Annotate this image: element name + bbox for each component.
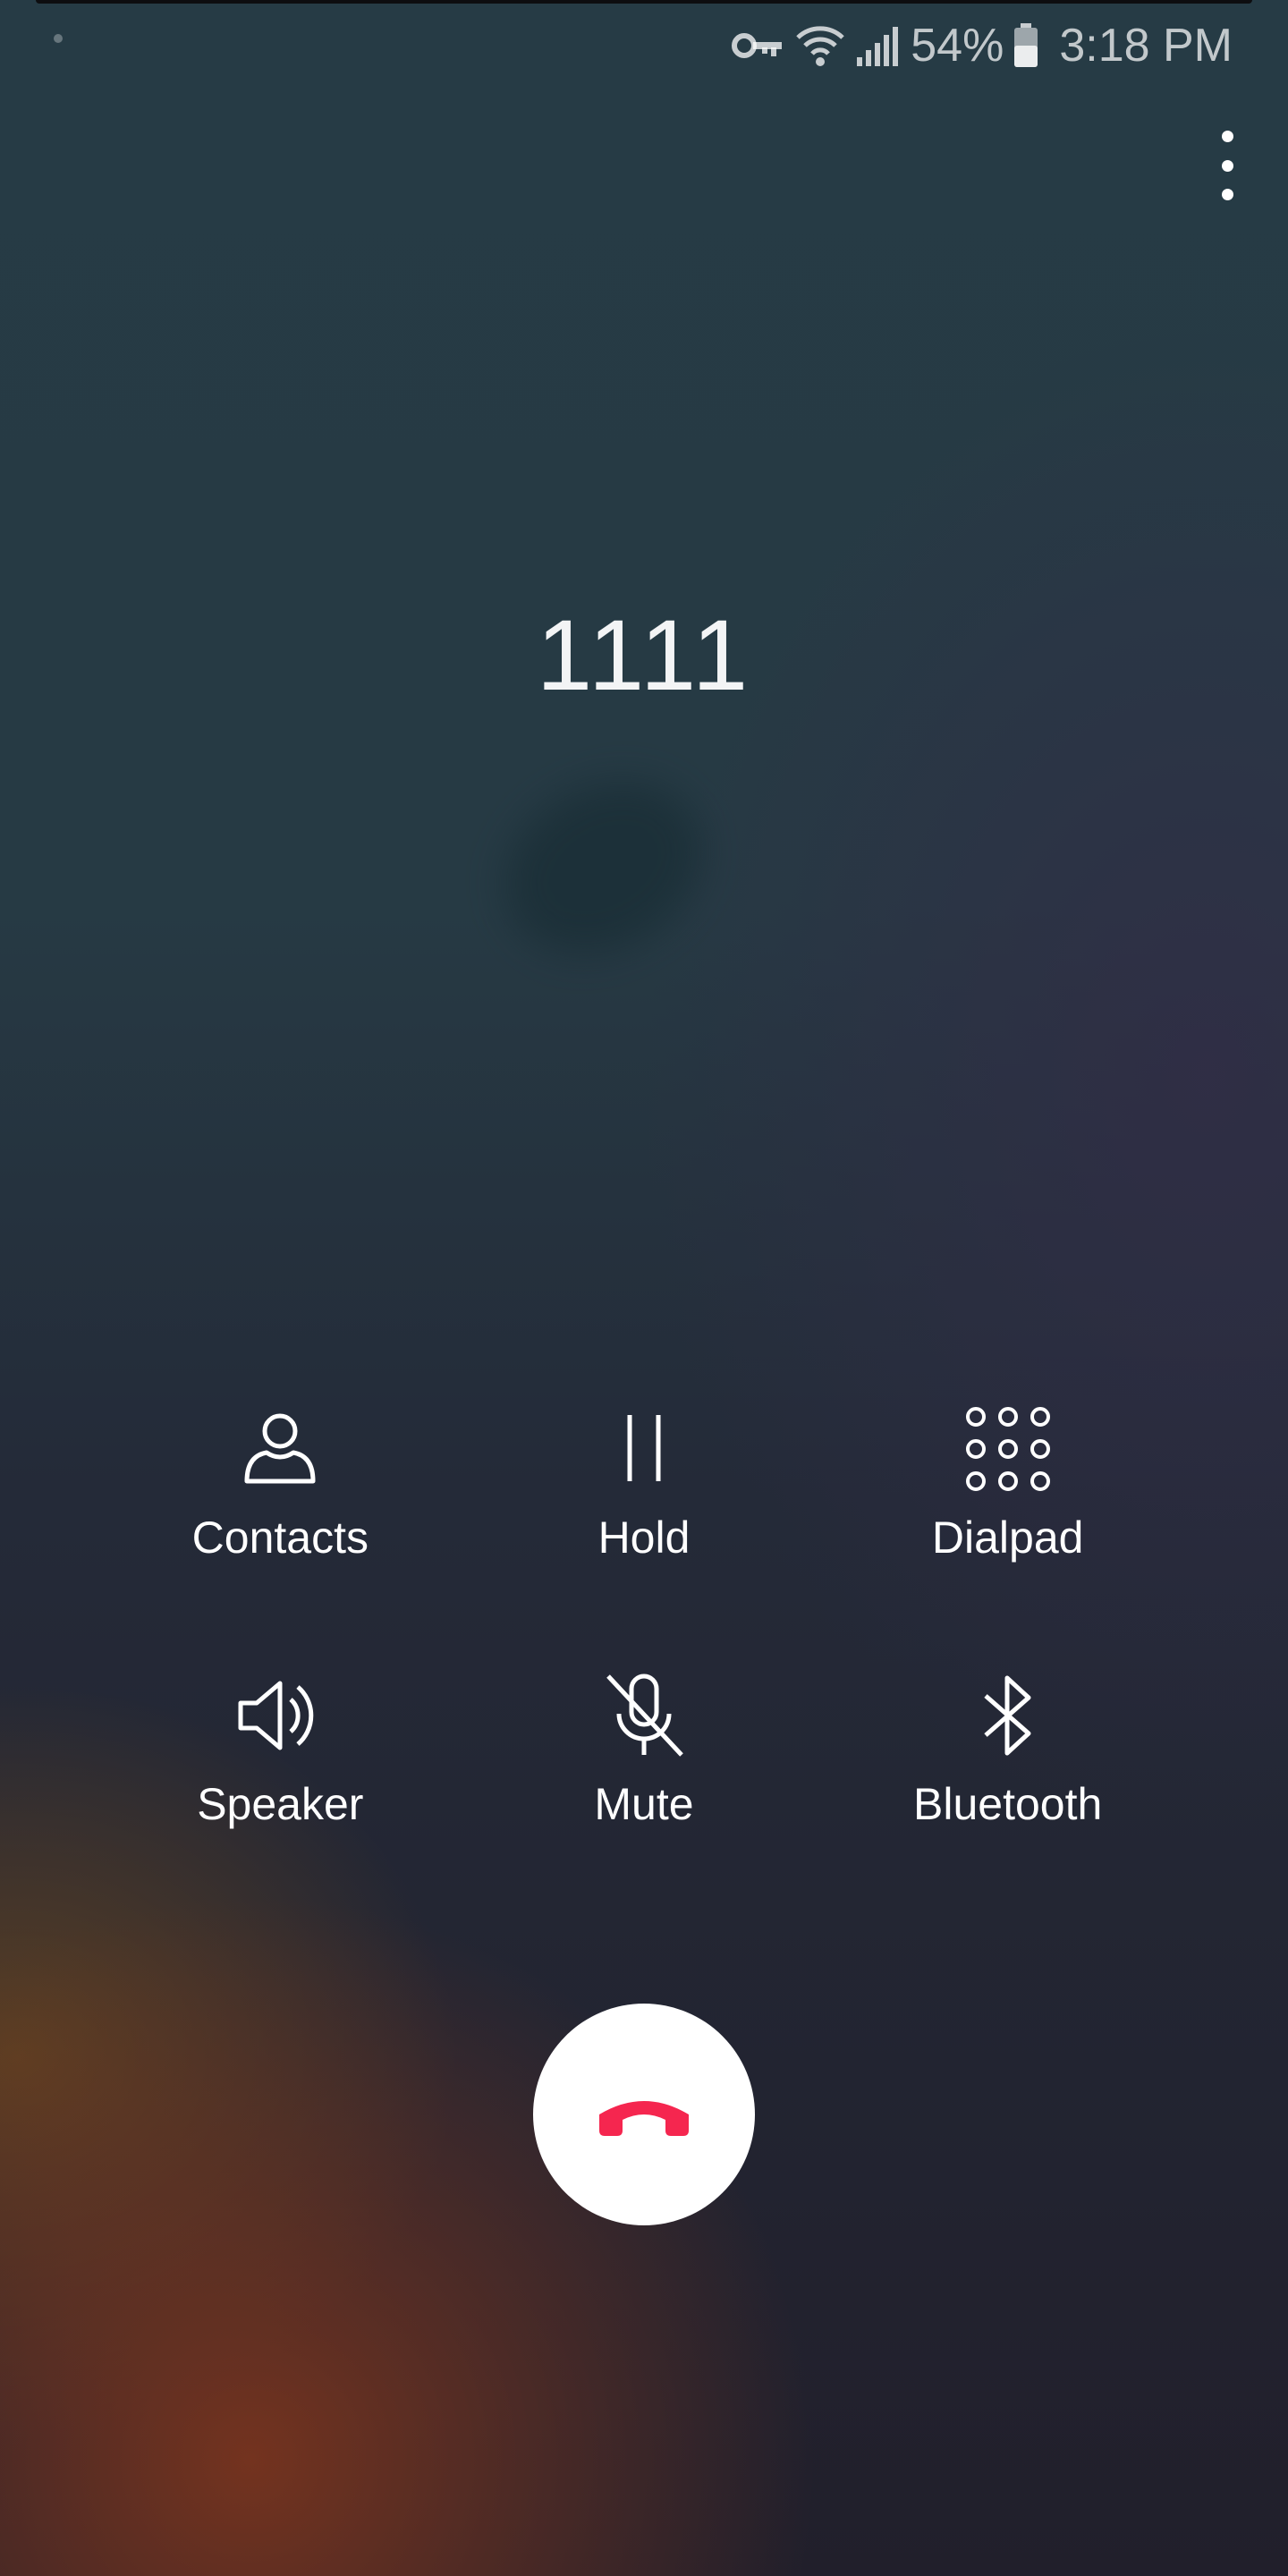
mute-button[interactable]: Mute [462,1671,826,1830]
battery-icon [1013,22,1039,69]
bluetooth-label: Bluetooth [913,1779,1103,1829]
screen-top-edge [36,0,1252,4]
bluetooth-button[interactable]: Bluetooth [826,1671,1190,1830]
speaker-button[interactable]: Speaker [98,1671,462,1830]
end-call-button[interactable] [533,2004,755,2225]
dialpad-label: Dialpad [931,1513,1084,1563]
call-controls: Contacts Hold Dialpad Speaker Mute Bluet… [98,1404,1190,1830]
speaker-icon [238,1681,314,1750]
wifi-icon [794,23,846,68]
battery-percent: 54% [911,20,1004,72]
contacts-icon [244,1413,316,1484]
status-time: 3:18 PM [1059,20,1233,72]
dialpad-icon [965,1407,1050,1491]
dialpad-button[interactable]: Dialpad [826,1404,1190,1563]
cellular-signal-icon [855,23,902,68]
more-options-icon[interactable] [1200,125,1254,206]
mic-off-icon [606,1674,683,1757]
speaker-label: Speaker [197,1779,364,1829]
notification-dot [54,34,63,43]
hang-up-icon [599,2101,689,2136]
mute-label: Mute [594,1779,694,1829]
contacts-label: Contacts [191,1513,369,1563]
caller-avatar [475,748,733,987]
status-bar: 54% 3:18 PM [732,11,1233,80]
pause-icon [627,1415,661,1481]
bluetooth-icon [984,1675,1031,1756]
contacts-button[interactable]: Contacts [98,1404,462,1563]
hold-label: Hold [597,1513,691,1563]
caller-number: 1111 [536,599,752,711]
vpn-key-icon [732,28,785,64]
hold-button[interactable]: Hold [462,1404,826,1563]
